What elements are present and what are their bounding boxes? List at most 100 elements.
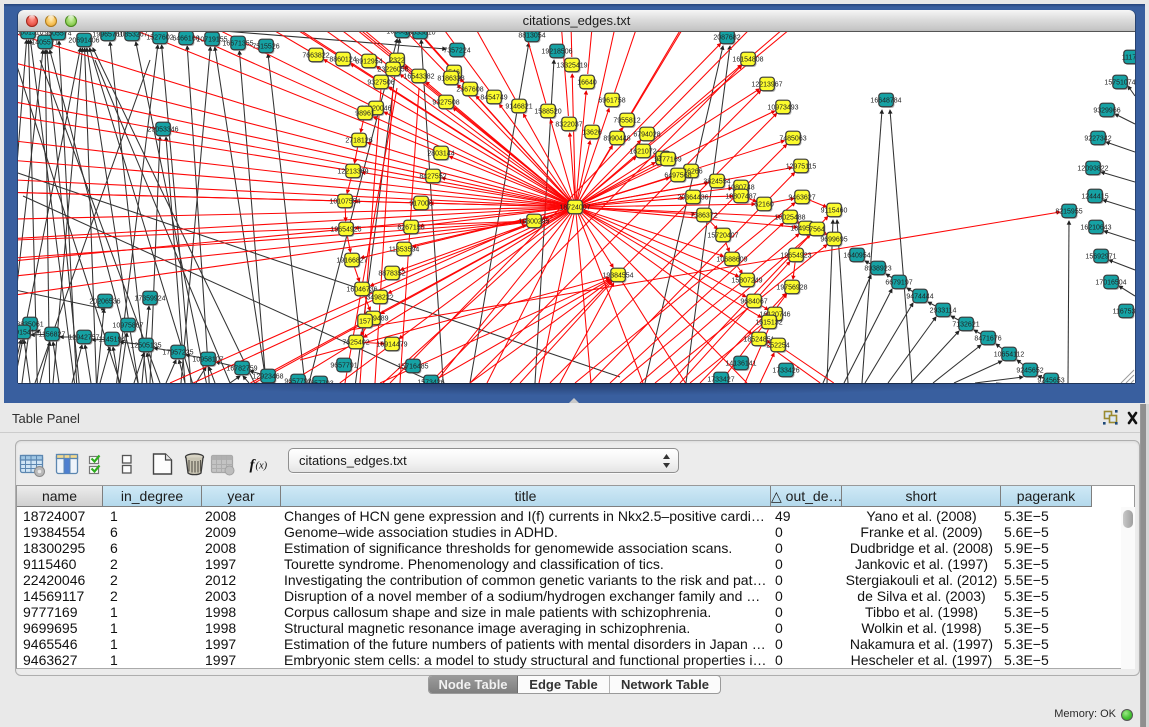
svg-text:10107554: 10107554 — [329, 199, 360, 206]
svg-text:8322037: 8322037 — [555, 122, 582, 129]
svg-text:8454749: 8454749 — [480, 95, 507, 102]
svg-text:2367608: 2367608 — [456, 87, 483, 94]
svg-text:1573426: 1573426 — [417, 380, 444, 384]
svg-text:19218506: 19218506 — [541, 49, 572, 56]
svg-text:1588520: 1588520 — [534, 109, 561, 116]
svg-text:12505135: 12505135 — [130, 343, 161, 350]
svg-text:9146821: 9146821 — [505, 104, 532, 111]
svg-text:13325419: 13325419 — [556, 63, 587, 70]
svg-text:10975867: 10975867 — [112, 323, 143, 330]
svg-text:17359924: 17359924 — [134, 296, 165, 303]
svg-text:10973493: 10973493 — [767, 105, 798, 112]
svg-text:1733426: 1733426 — [772, 368, 799, 375]
svg-text:9115460: 9115460 — [821, 208, 848, 215]
svg-text:9245653: 9245653 — [1037, 378, 1064, 384]
svg-text:9245652: 9245652 — [1016, 368, 1043, 375]
svg-text:9327506: 9327506 — [367, 80, 394, 87]
svg-text:17016504: 17016504 — [1095, 280, 1126, 287]
svg-text:8267150: 8267150 — [397, 225, 424, 232]
svg-text:9699695: 9699695 — [820, 237, 847, 244]
svg-text:8878352: 8878352 — [378, 271, 405, 278]
svg-text:8813054: 8813054 — [518, 33, 545, 40]
svg-text:7485063: 7485063 — [779, 136, 806, 143]
svg-text:6794028: 6794028 — [633, 132, 660, 139]
svg-text:7132621: 7132621 — [952, 322, 979, 329]
svg-text:391541: 391541 — [18, 330, 35, 337]
svg-text:16210643: 16210643 — [1080, 225, 1111, 232]
svg-text:7625402: 7625402 — [342, 340, 369, 347]
svg-text:1244415: 1244415 — [1081, 194, 1108, 201]
svg-text:16671355: 16671355 — [222, 41, 253, 48]
svg-text:7955812: 7955812 — [613, 118, 640, 125]
svg-text:10654112: 10654112 — [994, 352, 1025, 359]
svg-text:1145194: 1145194 — [99, 337, 126, 344]
svg-text:16154808: 16154808 — [732, 57, 763, 64]
svg-text:2087682: 2087682 — [713, 35, 740, 42]
svg-text:917006: 917006 — [409, 201, 432, 208]
svg-text:16914479: 16914479 — [376, 342, 407, 349]
svg-text:16640: 16640 — [577, 80, 597, 87]
svg-text:19166827: 19166827 — [336, 258, 367, 265]
svg-text:9684067: 9684067 — [740, 299, 767, 306]
svg-text:19654923: 19654923 — [780, 253, 811, 260]
svg-text:9474444: 9474444 — [906, 294, 933, 301]
svg-text:15720407: 15720407 — [707, 233, 738, 240]
svg-text:252254: 252254 — [766, 343, 789, 350]
svg-text:1733427: 1733427 — [707, 377, 734, 384]
svg-text:6497568: 6497568 — [664, 173, 691, 180]
svg-text:8912954: 8912954 — [355, 59, 382, 66]
svg-text:9327508: 9327508 — [432, 100, 459, 107]
svg-text:16782759: 16782759 — [226, 366, 257, 373]
svg-text:7515526: 7515526 — [252, 44, 279, 51]
svg-text:7663822: 7663822 — [302, 53, 329, 60]
svg-text:(x): (x) — [256, 461, 268, 472]
svg-text:7386372: 7386372 — [690, 213, 717, 220]
svg-text:8427552: 8427552 — [419, 174, 446, 181]
svg-text:16543382: 16543382 — [403, 74, 434, 81]
svg-text:9657791: 9657791 — [330, 363, 357, 370]
svg-text:1621072: 1621072 — [629, 149, 656, 156]
svg-text:15807249: 15807249 — [731, 278, 762, 285]
svg-text:1167531: 1167531 — [1113, 309, 1135, 316]
svg-text:6961758: 6961758 — [598, 98, 625, 105]
svg-text:19756928: 19756928 — [776, 285, 807, 292]
svg-text:10958107: 10958107 — [192, 357, 223, 364]
svg-text:9657793: 9657793 — [306, 381, 333, 384]
svg-text:15692971: 15692971 — [1085, 254, 1116, 261]
svg-text:9463627: 9463627 — [788, 195, 815, 202]
svg-text:1527602: 1527602 — [146, 35, 173, 42]
svg-text:14136141: 14136141 — [725, 361, 756, 368]
svg-text:8215955: 8215955 — [1055, 209, 1082, 216]
svg-text:11353594: 11353594 — [389, 247, 420, 254]
svg-text:1615132: 1615132 — [755, 320, 782, 327]
svg-text:12975115: 12975115 — [786, 164, 817, 171]
svg-text:10807487: 10807487 — [725, 194, 756, 201]
svg-text:98961: 98961 — [355, 111, 375, 118]
svg-text:1640954: 1640954 — [843, 253, 870, 260]
svg-text:13626: 13626 — [582, 130, 602, 137]
svg-text:16648784: 16648784 — [870, 98, 901, 105]
svg-text:10853267: 10853267 — [116, 32, 147, 39]
svg-text:10025488: 10025488 — [774, 215, 805, 222]
svg-text:8990448: 8990448 — [603, 136, 630, 143]
svg-text:15716485: 15716485 — [397, 364, 428, 371]
svg-text:20691406: 20691406 — [68, 38, 99, 45]
svg-text:11178: 11178 — [1122, 55, 1135, 62]
svg-text:9329966: 9329966 — [1093, 108, 1120, 115]
svg-text:20206536: 20206536 — [89, 299, 120, 306]
svg-text:20364436: 20364436 — [677, 195, 708, 202]
svg-text:29053346: 29053346 — [147, 127, 178, 134]
svg-text:12923468: 12923468 — [252, 374, 283, 381]
svg-text:15751074: 15751074 — [1104, 80, 1135, 87]
svg-text:12093822: 12093822 — [1077, 166, 1108, 173]
svg-text:12213967: 12213967 — [751, 82, 782, 89]
svg-text:17957225: 17957225 — [162, 350, 193, 357]
svg-text:6679197: 6679197 — [885, 280, 912, 287]
svg-text:23226058: 23226058 — [377, 67, 408, 74]
svg-text:12213369: 12213369 — [337, 169, 368, 176]
svg-text:8471676: 8471676 — [974, 336, 1001, 343]
svg-text:10688609: 10688609 — [716, 257, 747, 264]
svg-text:16033810: 16033810 — [404, 32, 435, 37]
svg-text:9227342: 9227342 — [1084, 136, 1111, 143]
svg-text:157: 157 — [359, 319, 371, 326]
